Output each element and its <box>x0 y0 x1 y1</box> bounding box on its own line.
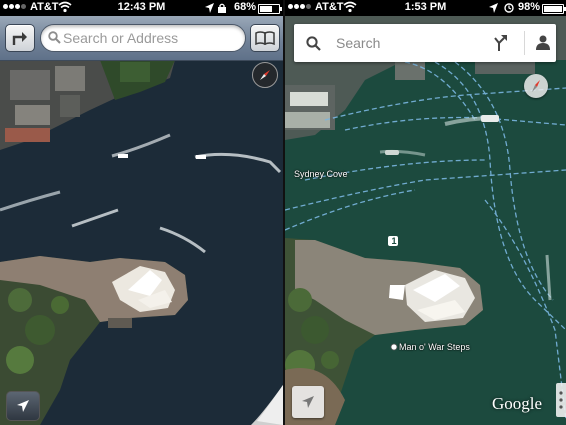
person-icon[interactable] <box>536 35 550 51</box>
location-arrow-icon <box>17 400 29 412</box>
status-bar: AT&T 12:43 PM 68% <box>0 0 283 16</box>
search-field[interactable] <box>40 24 246 52</box>
compass-icon <box>260 70 270 80</box>
google-maps-screen: AT&T 1:53 PM 98% Search Sydney Cove 1 Ma… <box>285 0 566 425</box>
location-services-icon <box>489 3 498 13</box>
open-book-icon <box>255 31 275 45</box>
ios6-apple-maps-screen: AT&T 12:43 PM 68% <box>0 0 283 425</box>
battery-icon <box>542 4 566 14</box>
status-bar: AT&T 1:53 PM 98% <box>285 0 566 16</box>
alarm-clock-icon <box>504 3 514 13</box>
battery-percent: 98% <box>518 1 541 13</box>
search-input[interactable] <box>63 29 238 47</box>
satellite-map[interactable] <box>285 0 566 425</box>
page-curl-icon[interactable] <box>251 385 283 425</box>
google-logo: Google <box>492 394 543 413</box>
battery-icon <box>258 4 282 14</box>
more-options-button[interactable] <box>556 383 566 417</box>
search-input[interactable] <box>336 33 486 53</box>
compass-button[interactable] <box>252 62 278 88</box>
location-arrow-icon <box>302 396 314 408</box>
more-vertical-icon <box>559 391 563 409</box>
map-marker-number[interactable]: 1 <box>389 236 399 246</box>
map-label-cove: Sydney Cove <box>294 169 348 179</box>
magnifier-icon <box>48 31 61 44</box>
satellite-map[interactable] <box>0 0 283 425</box>
tracking-button[interactable] <box>6 391 40 421</box>
search-icon <box>306 36 321 51</box>
directions-arrow-icon <box>12 32 27 45</box>
top-toolbar <box>0 16 283 61</box>
directions-button[interactable] <box>5 24 35 52</box>
search-bar-divider <box>524 31 525 55</box>
compass-icon <box>532 80 540 92</box>
battery-percent: 68% <box>234 1 257 13</box>
directions-fork-icon[interactable] <box>493 34 509 52</box>
map-label-steps: Man o' War Steps <box>399 342 470 352</box>
my-location-button[interactable] <box>292 386 324 418</box>
bookmarks-button[interactable] <box>250 24 280 52</box>
lock-icon <box>218 3 226 13</box>
location-services-icon <box>205 3 214 13</box>
search-bar[interactable] <box>294 24 556 62</box>
compass-button[interactable] <box>524 74 548 98</box>
